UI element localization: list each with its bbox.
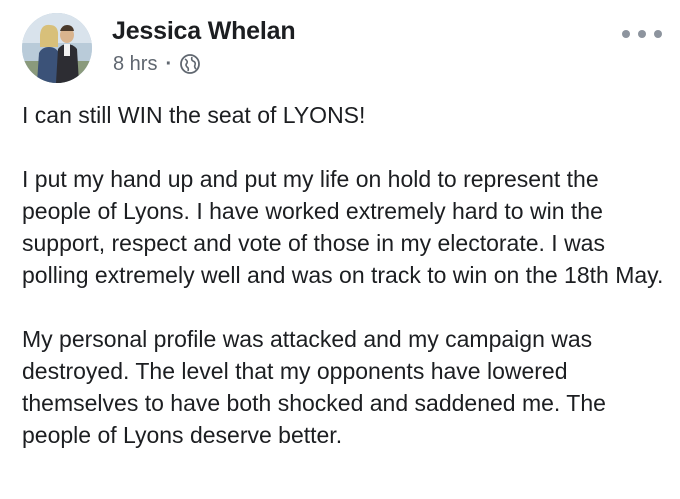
more-dot: [622, 30, 630, 38]
author-name[interactable]: Jessica Whelan: [112, 17, 296, 46]
post-paragraph: My personal profile was attacked and my …: [22, 326, 606, 448]
post-paragraph: I can still WIN the seat of LYONS!: [22, 102, 366, 128]
post-timestamp[interactable]: 8 hrs: [113, 53, 157, 76]
post-body: I can still WIN the seat of LYONS! I put…: [22, 99, 672, 451]
more-dot: [638, 30, 646, 38]
post-paragraph: I put my hand up and put my life on hold…: [22, 166, 664, 288]
globe-icon[interactable]: [179, 53, 201, 75]
author-avatar[interactable]: [22, 13, 92, 83]
facebook-post: Jessica Whelan 8 hrs · I can still WIN t…: [0, 0, 680, 499]
avatar-photo: [22, 13, 92, 83]
post-meta: 8 hrs ·: [113, 52, 201, 76]
more-options-icon[interactable]: [622, 22, 662, 46]
meta-separator: ·: [165, 52, 173, 75]
more-dot: [654, 30, 662, 38]
